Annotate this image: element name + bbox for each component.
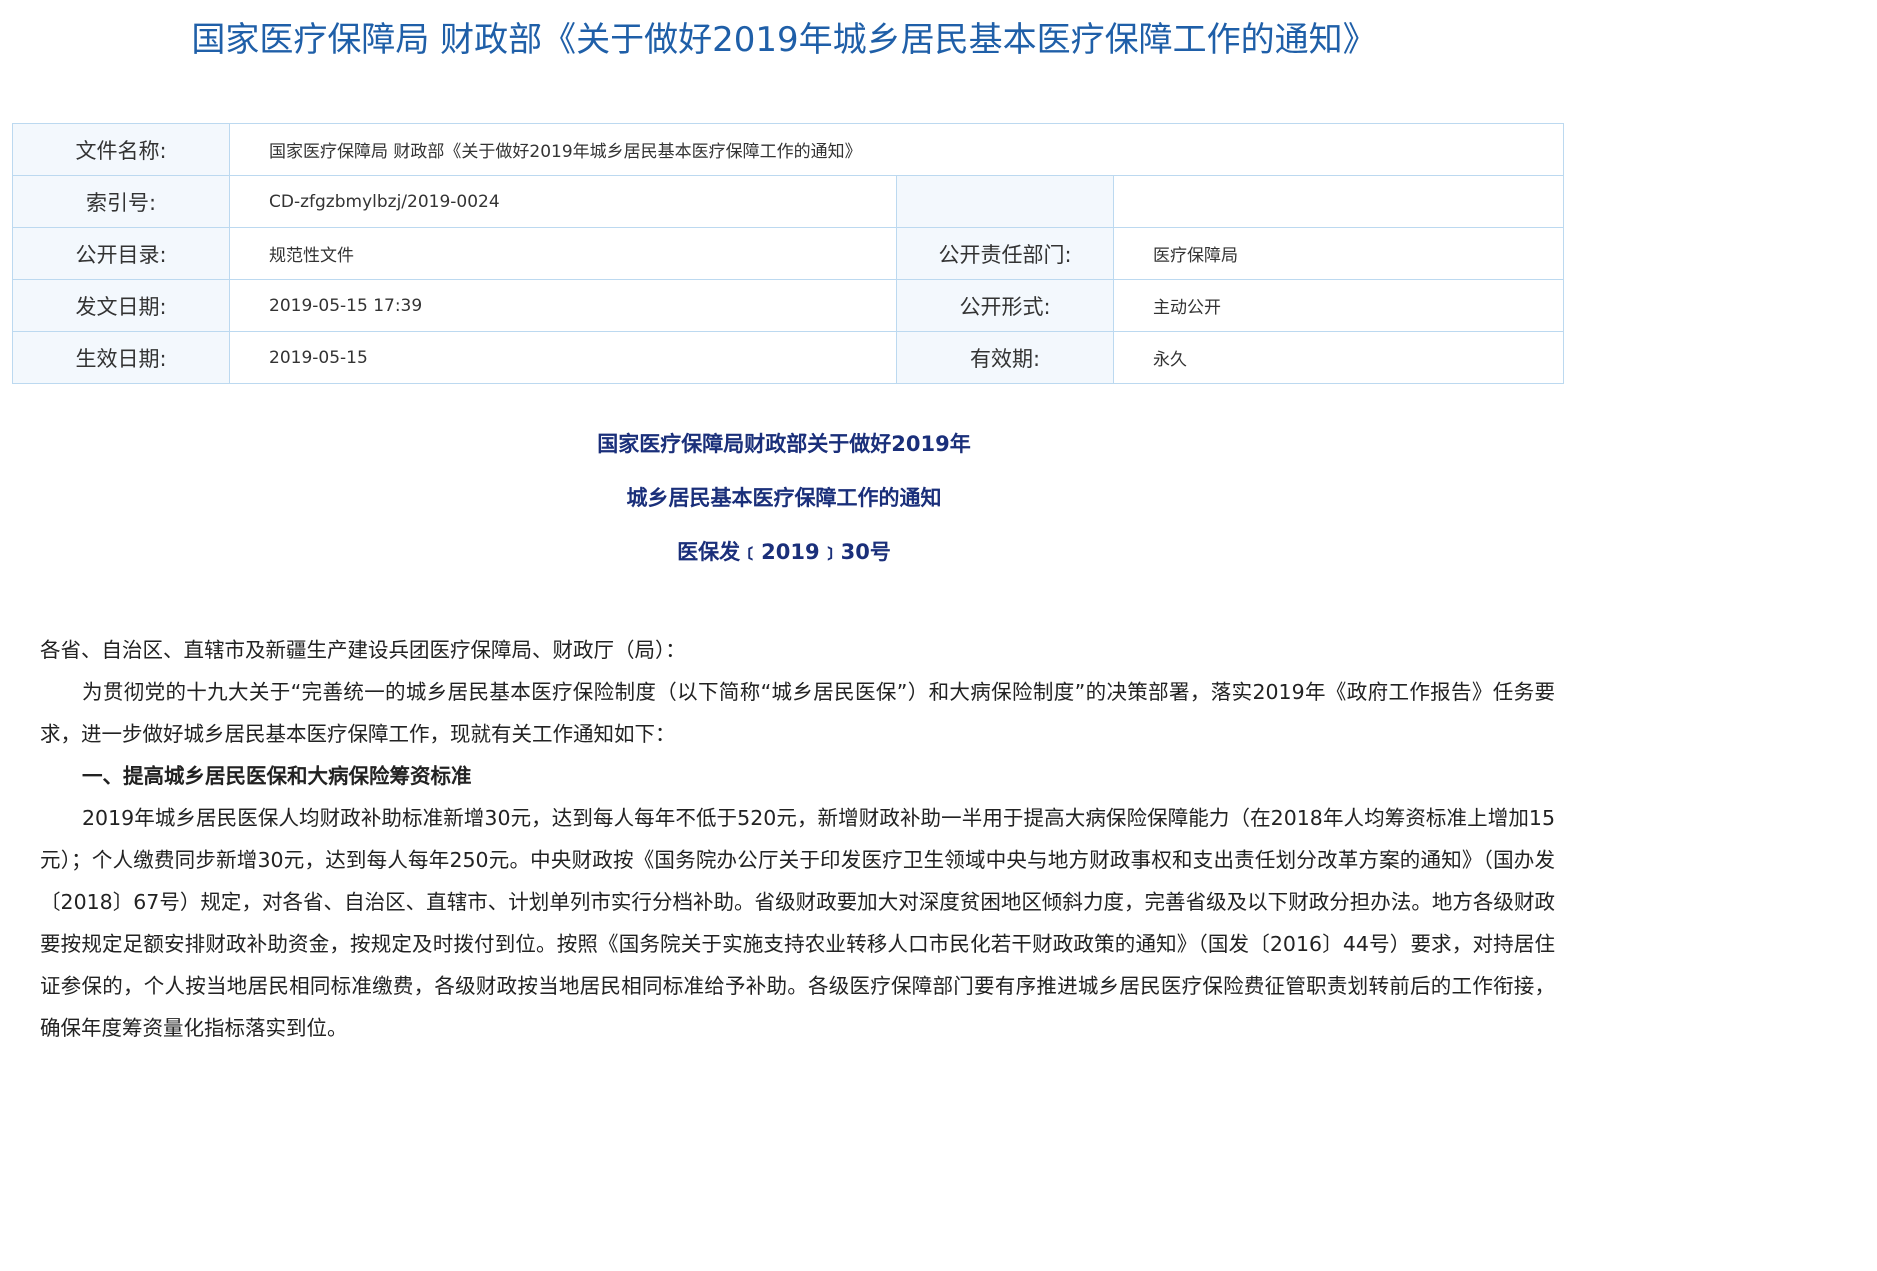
empty-value-cell <box>1113 175 1564 228</box>
meta-row-effective: 生效日期: 2019-05-15 有效期: 永久 <box>12 331 1564 384</box>
effective-label: 生效日期: <box>12 331 230 384</box>
document-metadata-table: 文件名称: 国家医疗保障局 财政部《关于做好2019年城乡居民基本医疗保障工作的… <box>12 123 1564 384</box>
date-label: 发文日期: <box>12 279 230 332</box>
document-number: 医保发﹝2019﹞30号 <box>677 540 891 564</box>
page-title: 国家医疗保障局 财政部《关于做好2019年城乡居民基本医疗保障工作的通知》 <box>191 20 1377 60</box>
index-label: 索引号: <box>12 175 230 228</box>
empty-label-cell <box>896 175 1114 228</box>
validity-value: 永久 <box>1113 331 1564 384</box>
meta-row-index: 索引号: CD-zfgzbmylbzj/2019-0024 <box>12 175 1564 228</box>
document-heading-line1: 国家医疗保障局财政部关于做好2019年 <box>597 432 971 456</box>
meta-row-date: 发文日期: 2019-05-15 17:39 公开形式: 主动公开 <box>12 279 1564 332</box>
document-heading-line2: 城乡居民基本医疗保障工作的通知 <box>626 486 942 510</box>
form-label: 公开形式: <box>896 279 1114 332</box>
date-value: 2019-05-15 17:39 <box>229 279 897 332</box>
index-value: CD-zfgzbmylbzj/2019-0024 <box>229 175 897 228</box>
file-name-value: 国家医疗保障局 财政部《关于做好2019年城乡居民基本医疗保障工作的通知》 <box>229 123 1564 176</box>
catalog-label: 公开目录: <box>12 227 230 280</box>
section-1-title: 一、提高城乡居民医保和大病保险筹资标准 <box>82 764 472 788</box>
form-value: 主动公开 <box>1113 279 1564 332</box>
effective-value: 2019-05-15 <box>229 331 897 384</box>
salutation: 各省、自治区、直辖市及新疆生产建设兵团医疗保障局、财政厅（局）： <box>40 638 686 662</box>
dept-value: 医疗保障局 <box>1113 227 1564 280</box>
catalog-value: 规范性文件 <box>229 227 897 280</box>
validity-label: 有效期: <box>896 331 1114 384</box>
dept-label: 公开责任部门: <box>896 227 1114 280</box>
document-body: 各省、自治区、直辖市及新疆生产建设兵团医疗保障局、财政厅（局）： 为贯彻党的十九… <box>40 629 1555 1049</box>
meta-row-file-name: 文件名称: 国家医疗保障局 财政部《关于做好2019年城乡居民基本医疗保障工作的… <box>12 123 1564 176</box>
section-1-paragraph: 2019年城乡居民医保人均财政补助标准新增30元，达到每人每年不低于520元，新… <box>40 806 1555 1040</box>
meta-row-catalog: 公开目录: 规范性文件 公开责任部门: 医疗保障局 <box>12 227 1564 280</box>
intro-paragraph: 为贯彻党的十九大关于“完善统一的城乡居民基本医疗保险制度（以下简称“城乡居民医保… <box>40 680 1555 746</box>
file-name-label: 文件名称: <box>12 123 230 176</box>
